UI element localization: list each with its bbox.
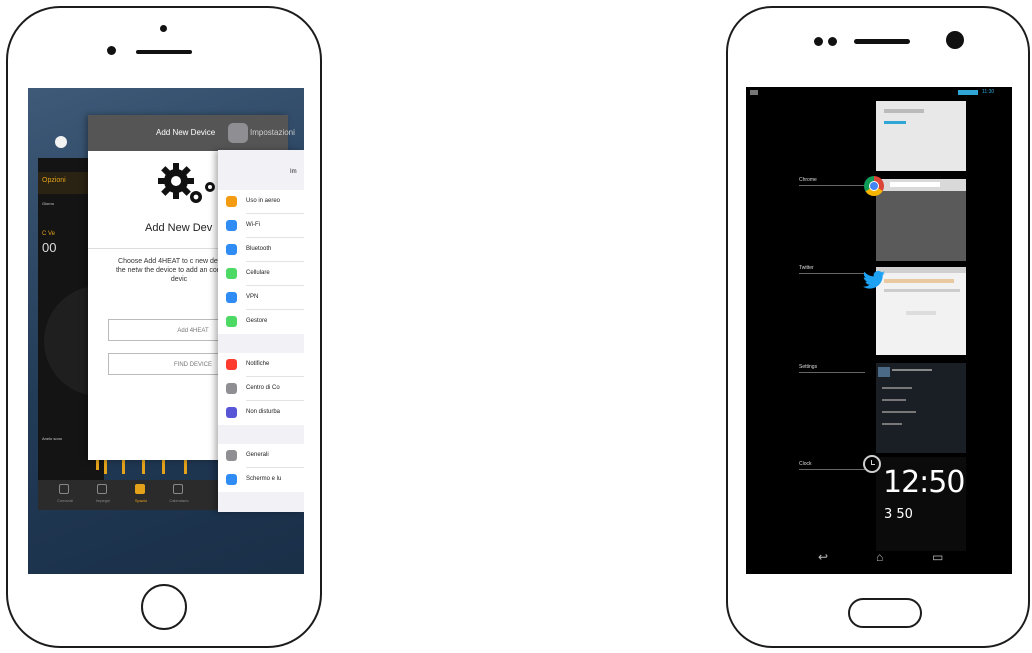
mode-label: C Ve xyxy=(42,231,56,237)
recent-app-twitter[interactable] xyxy=(876,267,966,355)
device-label: Giorno xyxy=(42,201,55,206)
add-device-heading: Add New Dev xyxy=(145,222,213,234)
settings-row-control-center[interactable]: Centro di Co xyxy=(218,377,304,401)
gears-icon xyxy=(158,163,215,203)
home-button[interactable] xyxy=(848,598,922,628)
proximity-sensor-icon xyxy=(107,46,116,55)
clock-time: 12:50 xyxy=(883,465,965,500)
status-time: 11:30 xyxy=(982,89,995,95)
settings-row-bluetooth[interactable]: Bluetooth xyxy=(218,238,304,262)
back-icon[interactable]: ↩ xyxy=(818,550,828,564)
sensor-icon xyxy=(828,37,837,46)
moon-icon xyxy=(226,407,237,418)
chrome-icon xyxy=(864,176,884,196)
settings-row-notifications[interactable]: Notifiche xyxy=(218,353,304,377)
recent-app-label: Twitter xyxy=(799,265,814,271)
schedule-tick xyxy=(122,460,125,474)
earpiece-speaker xyxy=(854,39,910,44)
settings-app-icon xyxy=(228,123,248,143)
add-device-header-title: Add New Device xyxy=(156,128,216,137)
signal-icon xyxy=(958,90,978,95)
display-icon xyxy=(226,474,237,485)
clock-icon xyxy=(97,484,107,494)
settings-row-carrier[interactable]: Gestore xyxy=(218,310,304,334)
schedule-tick xyxy=(104,460,107,474)
status-label: Anelo sono xyxy=(42,436,63,441)
airplane-icon xyxy=(226,196,237,207)
earpiece-speaker xyxy=(136,50,192,54)
clock-app-icon xyxy=(863,455,881,473)
tab-spazio[interactable]: Spazio xyxy=(122,480,160,510)
settings-row-do-not-disturb[interactable]: Non disturba xyxy=(218,401,304,425)
gear-icon xyxy=(226,450,237,461)
settings-row-display[interactable]: Schermo e lu xyxy=(218,468,304,492)
globe-icon xyxy=(59,484,69,494)
recent-app-label: Clock xyxy=(799,461,812,467)
bed-icon xyxy=(135,484,145,494)
clock-secondary: 3 50 xyxy=(884,507,913,522)
android-recent-apps-screen: 11:30 Chrome Twitter Settings Clock 12:5… xyxy=(746,87,1012,574)
wifi-icon xyxy=(226,220,237,231)
ios-app-switcher-screen: Opzioni Giorno C Ve 00 Anelo sono Comand… xyxy=(28,88,304,574)
android-device: 11:30 Chrome Twitter Settings Clock 12:5… xyxy=(726,6,1030,648)
recent-app-chrome[interactable] xyxy=(876,179,966,261)
settings-header-title: Impostazioni xyxy=(250,128,295,137)
control-center-icon xyxy=(226,383,237,394)
front-camera-icon xyxy=(160,25,167,32)
phone-icon xyxy=(226,316,237,327)
tab-impegni[interactable]: Impegni xyxy=(84,480,122,510)
settings-row-cellular[interactable]: Cellulare xyxy=(218,262,304,286)
settings-row-airplane[interactable]: Uso in aereo xyxy=(218,190,304,214)
recent-app-thumbnail[interactable] xyxy=(876,101,966,171)
recents-icon[interactable]: ▭ xyxy=(932,550,943,564)
time-display: 00 xyxy=(42,240,57,255)
tab-calendario[interactable]: Calendario xyxy=(160,480,198,510)
cellular-icon xyxy=(226,268,237,279)
notifications-icon xyxy=(226,359,237,370)
recent-app-settings[interactable] xyxy=(876,363,966,453)
twitter-bird-icon xyxy=(863,270,885,289)
settings-title: Im xyxy=(290,169,297,175)
thermostat-tab-bar: Comandi Impegni Spazio Calendario xyxy=(38,460,228,510)
settings-row-wifi[interactable]: Wi-Fi xyxy=(218,214,304,238)
schedule-tick xyxy=(142,460,145,474)
recent-app-label: Settings xyxy=(799,364,818,370)
settings-row-general[interactable]: Generali xyxy=(218,444,304,468)
status-bar: 11:30 xyxy=(746,87,1012,99)
schedule-tick xyxy=(184,460,187,474)
notification-icon xyxy=(750,90,758,95)
app-logo-icon xyxy=(55,136,67,148)
tab-comandi[interactable]: Comandi xyxy=(46,480,84,510)
front-camera-icon xyxy=(946,31,964,49)
vpn-icon xyxy=(226,292,237,303)
home-button[interactable] xyxy=(141,584,187,630)
sensor-icon xyxy=(814,37,823,46)
home-icon[interactable]: ⌂ xyxy=(876,550,883,564)
bluetooth-icon xyxy=(226,244,237,255)
settings-app-card[interactable]: Im Uso in aereo Wi-Fi Bluetooth Cellular… xyxy=(218,150,304,512)
schedule-tick xyxy=(162,460,165,474)
options-label: Opzioni xyxy=(42,177,66,184)
calendar-icon xyxy=(173,484,183,494)
settings-row-vpn[interactable]: VPN xyxy=(218,286,304,310)
recent-app-label: Chrome xyxy=(799,177,817,183)
iphone-device: Opzioni Giorno C Ve 00 Anelo sono Comand… xyxy=(6,6,322,648)
